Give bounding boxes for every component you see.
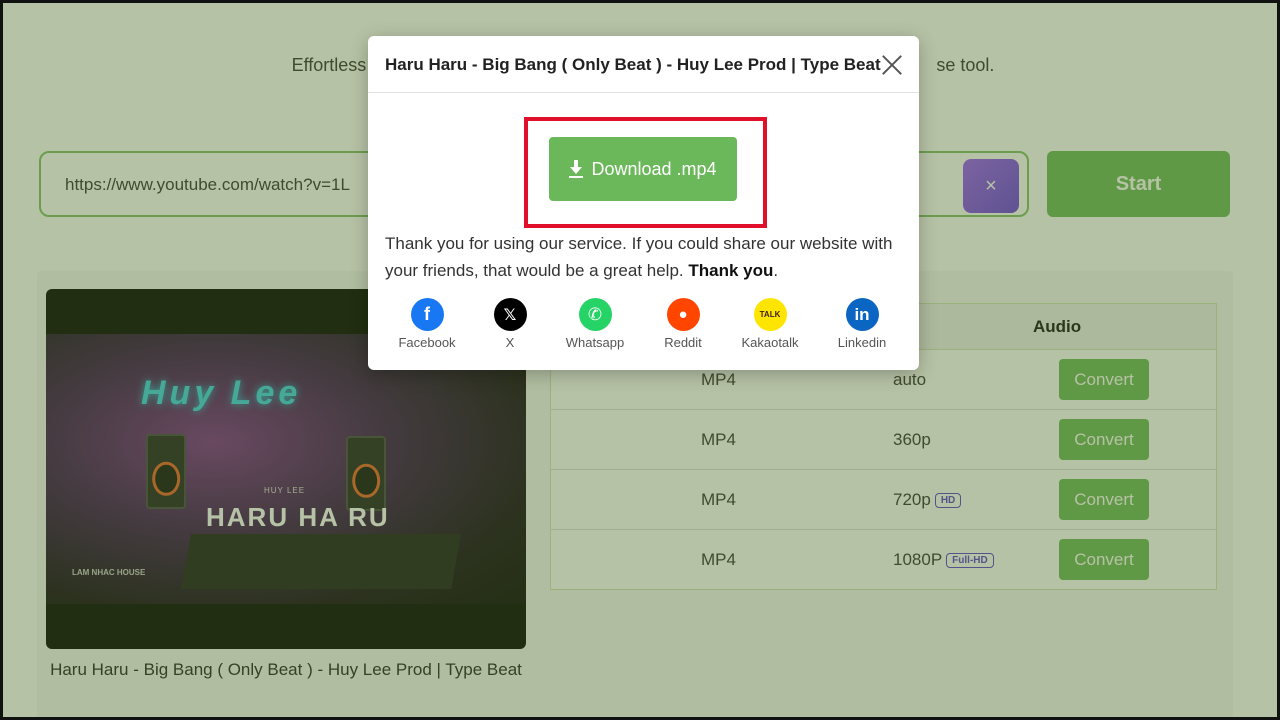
facebook-icon: f bbox=[410, 298, 444, 331]
download-mp4-button[interactable]: Download .mp4 bbox=[549, 137, 737, 201]
linkedin-icon: in bbox=[845, 298, 879, 331]
share-row: f Facebook 𝕏 X ✆ Whatsapp ● Reddit TALK … bbox=[385, 298, 905, 358]
page: Effortless se tool. https://www.youtube.… bbox=[0, 0, 1280, 720]
share-facebook[interactable]: f Facebook bbox=[385, 298, 469, 350]
kakaotalk-icon: TALK bbox=[753, 298, 787, 331]
share-linkedin[interactable]: in Linkedin bbox=[820, 298, 904, 350]
close-icon[interactable] bbox=[879, 52, 905, 78]
thanks-bold: Thank you bbox=[688, 261, 774, 280]
share-label: Facebook bbox=[398, 335, 456, 350]
share-label: Kakaotalk bbox=[741, 335, 799, 350]
whatsapp-icon: ✆ bbox=[578, 298, 612, 331]
modal-header: Haru Haru - Big Bang ( Only Beat ) - Huy… bbox=[368, 36, 919, 93]
download-modal: Haru Haru - Big Bang ( Only Beat ) - Huy… bbox=[368, 36, 919, 370]
download-icon bbox=[569, 160, 584, 178]
share-label: Whatsapp bbox=[565, 335, 625, 350]
x-icon: 𝕏 bbox=[493, 298, 527, 331]
reddit-icon: ● bbox=[666, 298, 700, 331]
share-x[interactable]: 𝕏 X bbox=[468, 298, 552, 350]
share-label: Linkedin bbox=[837, 335, 887, 350]
modal-title: Haru Haru - Big Bang ( Only Beat ) - Huy… bbox=[385, 55, 881, 74]
share-whatsapp[interactable]: ✆ Whatsapp bbox=[553, 298, 637, 350]
share-label: X bbox=[505, 335, 515, 350]
share-reddit[interactable]: ● Reddit bbox=[641, 298, 725, 350]
share-kakaotalk[interactable]: TALK Kakaotalk bbox=[728, 298, 812, 350]
share-label: Reddit bbox=[664, 335, 702, 350]
download-label: Download .mp4 bbox=[591, 158, 717, 179]
thanks-message: Thank you for using our service. If you … bbox=[385, 234, 893, 280]
